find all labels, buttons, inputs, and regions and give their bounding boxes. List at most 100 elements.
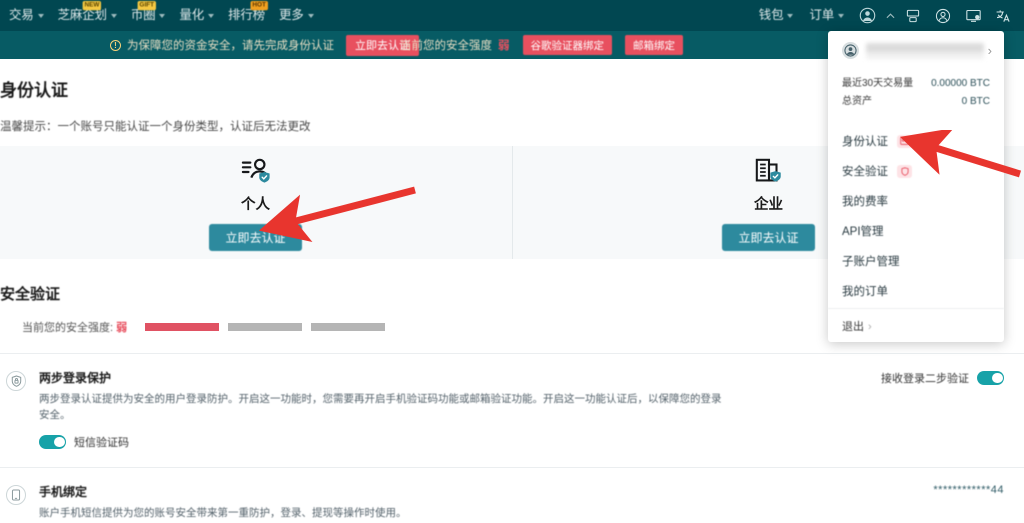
chevron-down-icon xyxy=(308,14,314,18)
badge-gift: GIFT xyxy=(138,1,156,10)
stat-value: 0.00000 BTC xyxy=(931,78,990,89)
phone-number-display: ************44 xyxy=(933,484,1004,496)
strength-bar-3 xyxy=(311,323,385,331)
shield-lock-icon xyxy=(6,371,26,391)
card-individual[interactable]: 个人 立即去认证 xyxy=(0,146,511,259)
strength-value: 弱 xyxy=(116,319,127,335)
account-dropdown-panel: › 最近30天交易量 0.00000 BTC 总资产 0 BTC 身份认证 安全… xyxy=(828,31,1004,342)
menu-item-sub-account-management[interactable]: 子账户管理 xyxy=(828,246,1004,276)
stat-label: 最近30天交易量 xyxy=(842,74,913,89)
user-account-icon[interactable] xyxy=(852,0,882,31)
sms-toggle-row: 短信验证码 xyxy=(39,434,729,450)
chevron-down-icon xyxy=(208,14,214,18)
page-root: 交易 NEW 芝麻企划 GIFT 币圈 量化 HOT 排行榜 xyxy=(0,0,1024,523)
security-item-title: 手机绑定 xyxy=(39,483,407,500)
chevron-down-icon xyxy=(159,14,165,18)
logout-label: 退出 xyxy=(842,321,864,333)
stat-label: 总资产 xyxy=(842,92,872,107)
receive-two-step-control: 接收登录二步验证 xyxy=(881,370,1004,386)
menu-item-api-management[interactable]: API管理 xyxy=(828,216,1004,246)
security-item-desc: 账户手机短信提供为您的账号安全带来第一重防护，登录、提现等操作时使用。 xyxy=(39,505,407,521)
sms-verification-toggle[interactable] xyxy=(39,435,66,449)
support-agent-icon[interactable] xyxy=(928,0,958,31)
receive-two-step-toggle[interactable] xyxy=(977,371,1004,385)
nav-label: 订单 xyxy=(809,0,834,31)
nav-right-group: 钱包 订单 xyxy=(751,0,1018,31)
strength-bars xyxy=(145,323,385,331)
username-redacted xyxy=(866,43,984,59)
dropdown-stats: 最近30天交易量 0.00000 BTC 总资产 0 BTC xyxy=(828,70,1004,120)
security-item-body: 两步登录保护 两步登录认证提供为安全的用户登录防护。开启这一功能时，您需要再开启… xyxy=(39,369,729,450)
menu-item-identity-verification[interactable]: 身份认证 xyxy=(828,126,1004,156)
email-bind-button[interactable]: 邮箱绑定 xyxy=(625,35,683,55)
nav-item-orders[interactable]: 订单 xyxy=(801,0,852,31)
dropdown-profile-header[interactable]: › xyxy=(828,31,1004,70)
receive-two-step-label: 接收登录二步验证 xyxy=(881,370,969,386)
screen-settings-icon[interactable] xyxy=(958,0,988,31)
masked-phone-number: ************44 xyxy=(933,484,1004,496)
nav-label: 量化 xyxy=(179,0,204,31)
shield-badge-icon xyxy=(897,165,912,178)
menu-item-label: 我的费率 xyxy=(842,193,888,209)
alert-strength-label: 当前您的安全强度 xyxy=(400,37,492,53)
menu-item-security-verification[interactable]: 安全验证 xyxy=(828,156,1004,186)
security-item-two-step-login: 两步登录保护 两步登录认证提供为安全的用户登录防护。开启这一功能时，您需要再开启… xyxy=(0,354,1024,450)
menu-item-label: 身份认证 xyxy=(842,133,888,149)
chevron-down-icon xyxy=(787,14,793,18)
chevron-down-icon xyxy=(838,14,844,18)
nav-label: 钱包 xyxy=(759,0,784,31)
card-verify-button[interactable]: 立即去认证 xyxy=(722,224,814,251)
nav-item-sesame-plan[interactable]: NEW 芝麻企划 xyxy=(51,0,124,31)
alert-message: 为保障您的资金安全，请先完成身份认证 xyxy=(127,37,334,53)
menu-item-my-orders[interactable]: 我的订单 xyxy=(828,276,1004,306)
person-verified-icon xyxy=(240,155,272,189)
nav-item-quant[interactable]: 量化 xyxy=(172,0,221,31)
security-item-desc: 两步登录认证提供为安全的用户登录防护。开启这一功能时，您需要再开启手机验证码功能… xyxy=(39,391,729,423)
menu-item-logout[interactable]: 退出 › xyxy=(828,308,1004,338)
google-authenticator-bind-button[interactable]: 谷歌验证器绑定 xyxy=(523,35,613,55)
stat-row: 总资产 0 BTC xyxy=(842,92,990,107)
menu-item-label: 子账户管理 xyxy=(842,253,900,269)
stat-value: 0 BTC xyxy=(962,96,990,107)
stat-row: 最近30天交易量 0.00000 BTC xyxy=(842,74,990,89)
nav-item-more[interactable]: 更多 xyxy=(272,0,321,31)
chevron-down-icon xyxy=(38,14,44,18)
security-item-phone-binding: 手机绑定 账户手机短信提供为您的账号安全带来第一重防护，登录、提现等操作时使用。… xyxy=(0,468,1024,521)
badge-hot: HOT xyxy=(251,1,268,10)
menu-item-label: API管理 xyxy=(842,223,884,239)
phone-icon xyxy=(6,485,26,505)
security-item-title: 两步登录保护 xyxy=(39,369,729,386)
card-title: 企业 xyxy=(754,193,783,214)
nav-item-trade[interactable]: 交易 xyxy=(2,0,51,31)
top-navigation-bar: 交易 NEW 芝麻企划 GIFT 币圈 量化 HOT 排行榜 xyxy=(0,0,1024,31)
menu-item-label: 安全验证 xyxy=(842,163,888,179)
security-item-body: 手机绑定 账户手机短信提供为您的账号安全带来第一重防护，登录、提现等操作时使用。 xyxy=(39,483,407,521)
strength-label: 当前您的安全强度: xyxy=(22,319,113,335)
strength-bar-2 xyxy=(228,323,302,331)
nav-item-ranking[interactable]: HOT 排行榜 xyxy=(221,0,272,31)
alert-strength-group: 当前您的安全强度 弱 谷歌验证器绑定 邮箱绑定 xyxy=(400,35,683,55)
chevron-down-icon xyxy=(111,14,117,18)
menu-item-label: 我的订单 xyxy=(842,283,888,299)
nav-item-coin-circle[interactable]: GIFT 币圈 xyxy=(124,0,173,31)
chevron-right-icon: › xyxy=(868,321,872,333)
avatar xyxy=(842,42,859,59)
language-icon[interactable] xyxy=(988,0,1018,31)
info-icon: ! xyxy=(110,40,121,51)
download-app-icon[interactable] xyxy=(898,0,928,31)
card-title: 个人 xyxy=(241,193,270,214)
sms-toggle-label: 短信验证码 xyxy=(74,434,129,450)
chevron-up-icon[interactable] xyxy=(882,0,898,31)
strength-bar-1 xyxy=(145,323,219,331)
card-verify-button[interactable]: 立即去认证 xyxy=(209,224,301,251)
menu-item-my-fee-rate[interactable]: 我的费率 xyxy=(828,186,1004,216)
nav-label: 交易 xyxy=(9,0,34,31)
nav-label: 更多 xyxy=(279,0,304,31)
dropdown-menu-list: 身份认证 安全验证 我的费率 API管理 子账户管理 我的订单 xyxy=(828,120,1004,308)
badge-new: NEW xyxy=(83,1,102,10)
chevron-right-icon: › xyxy=(988,43,992,58)
nav-left-group: 交易 NEW 芝麻企划 GIFT 币圈 量化 HOT 排行榜 xyxy=(2,0,321,31)
alert-strength-value: 弱 xyxy=(498,37,510,53)
nav-item-wallet[interactable]: 钱包 xyxy=(751,0,802,31)
building-verified-icon xyxy=(753,155,785,189)
